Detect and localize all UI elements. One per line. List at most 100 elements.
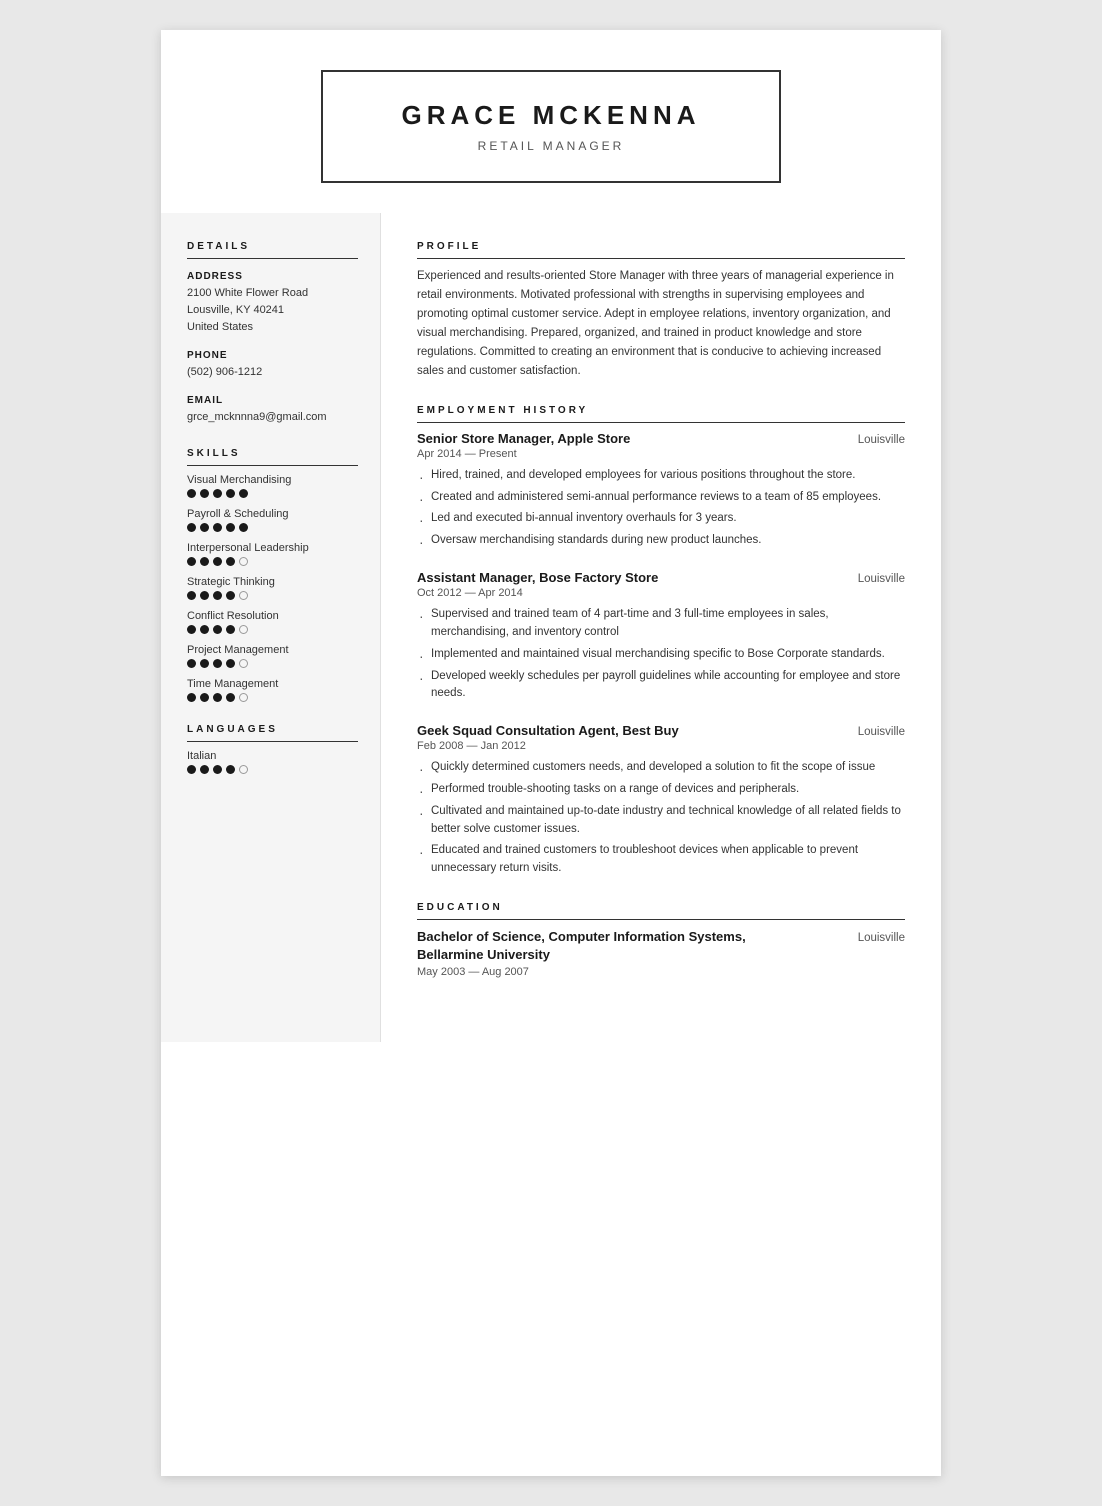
email-label: EMAIL bbox=[187, 395, 358, 406]
job-location: Louisville bbox=[858, 434, 905, 446]
skill-item: Visual Merchandising bbox=[187, 474, 358, 498]
job-bullet: Hired, trained, and developed employees … bbox=[417, 467, 905, 485]
header-box: GRACE MCKENNA RETAIL MANAGER bbox=[321, 70, 781, 183]
skill-item: Payroll & Scheduling bbox=[187, 508, 358, 532]
skill-item: Strategic Thinking bbox=[187, 576, 358, 600]
address-line3: United States bbox=[187, 319, 358, 336]
dot-filled bbox=[187, 765, 196, 774]
skill-name: Project Management bbox=[187, 644, 358, 656]
job-entry: Assistant Manager, Bose Factory Store Lou… bbox=[417, 570, 905, 703]
address-line2: Lousville, KY 40241 bbox=[187, 302, 358, 319]
skill-name: Time Management bbox=[187, 678, 358, 690]
languages-label: LANGUAGES bbox=[187, 724, 358, 742]
dot-empty bbox=[239, 557, 248, 566]
dot-filled bbox=[200, 659, 209, 668]
candidate-title: RETAIL MANAGER bbox=[383, 139, 719, 153]
dot-filled bbox=[187, 693, 196, 702]
email-value: grce_mcknnna9@gmail.com bbox=[187, 409, 358, 426]
job-bullet: Created and administered semi-annual per… bbox=[417, 489, 905, 507]
skill-dots bbox=[187, 591, 358, 600]
dot-empty bbox=[239, 659, 248, 668]
dot-filled bbox=[213, 557, 222, 566]
dot-filled bbox=[187, 557, 196, 566]
dot-filled bbox=[239, 489, 248, 498]
profile-label: PROFILE bbox=[417, 241, 905, 259]
sidebar: DETAILS ADDRESS 2100 White Flower Road L… bbox=[161, 213, 381, 1042]
skill-dots bbox=[187, 625, 358, 634]
address-label: ADDRESS bbox=[187, 271, 358, 282]
job-dates: Oct 2012 — Apr 2014 bbox=[417, 587, 905, 599]
job-bullet: Led and executed bi-annual inventory ove… bbox=[417, 510, 905, 528]
job-location: Louisville bbox=[858, 726, 905, 738]
skill-item: Interpersonal Leadership bbox=[187, 542, 358, 566]
job-header: Assistant Manager, Bose Factory Store Lou… bbox=[417, 570, 905, 585]
skill-item: Project Management bbox=[187, 644, 358, 668]
job-title: Assistant Manager, Bose Factory Store bbox=[417, 570, 658, 585]
job-bullets: Quickly determined customers needs, and … bbox=[417, 759, 905, 878]
dot-filled bbox=[200, 591, 209, 600]
jobs-list: Senior Store Manager, Apple Store Louisvi… bbox=[417, 431, 905, 878]
job-bullet: Cultivated and maintained up-to-date ind… bbox=[417, 803, 905, 839]
dot-filled bbox=[226, 625, 235, 634]
skill-dots bbox=[187, 523, 358, 532]
languages-section: LANGUAGES Italian bbox=[187, 724, 358, 774]
dot-empty bbox=[239, 765, 248, 774]
dot-filled bbox=[213, 625, 222, 634]
job-title: Senior Store Manager, Apple Store bbox=[417, 431, 630, 446]
languages-list: Italian bbox=[187, 750, 358, 774]
job-bullets: Hired, trained, and developed employees … bbox=[417, 467, 905, 550]
dot-filled bbox=[200, 765, 209, 774]
dot-filled bbox=[213, 659, 222, 668]
job-dates: Feb 2008 — Jan 2012 bbox=[417, 740, 905, 752]
language-dots bbox=[187, 765, 358, 774]
job-bullet: Oversaw merchandising standards during n… bbox=[417, 532, 905, 550]
job-bullet: Developed weekly schedules per payroll g… bbox=[417, 668, 905, 704]
skills-list: Visual Merchandising Payroll & Scheduling… bbox=[187, 474, 358, 702]
job-bullet: Implemented and maintained visual mercha… bbox=[417, 646, 905, 664]
dot-filled bbox=[213, 489, 222, 498]
dot-filled bbox=[200, 489, 209, 498]
dot-filled bbox=[226, 659, 235, 668]
address-line1: 2100 White Flower Road bbox=[187, 285, 358, 302]
edu-header: Bachelor of Science, Computer Informatio… bbox=[417, 928, 905, 964]
dot-filled bbox=[213, 591, 222, 600]
skill-name: Interpersonal Leadership bbox=[187, 542, 358, 554]
skill-name: Payroll & Scheduling bbox=[187, 508, 358, 520]
skills-section: SKILLS Visual MerchandisingPayroll & Sch… bbox=[187, 448, 358, 702]
dot-filled bbox=[226, 693, 235, 702]
edu-degree: Bachelor of Science, Computer Informatio… bbox=[417, 928, 787, 964]
dot-filled bbox=[239, 523, 248, 532]
phone-label: PHONE bbox=[187, 350, 358, 361]
skill-name: Visual Merchandising bbox=[187, 474, 358, 486]
dot-filled bbox=[226, 765, 235, 774]
dot-empty bbox=[239, 591, 248, 600]
header-area: GRACE MCKENNA RETAIL MANAGER bbox=[161, 30, 941, 213]
dot-filled bbox=[187, 489, 196, 498]
job-bullets: Supervised and trained team of 4 part-ti… bbox=[417, 606, 905, 703]
job-header: Geek Squad Consultation Agent, Best Buy L… bbox=[417, 723, 905, 738]
education-list: Bachelor of Science, Computer Informatio… bbox=[417, 928, 905, 978]
dot-filled bbox=[187, 625, 196, 634]
skill-name: Strategic Thinking bbox=[187, 576, 358, 588]
edu-location: Louisville bbox=[858, 932, 905, 944]
language-name: Italian bbox=[187, 750, 358, 762]
dot-filled bbox=[187, 659, 196, 668]
dot-empty bbox=[239, 625, 248, 634]
education-label: EDUCATION bbox=[417, 902, 905, 920]
phone-value: (502) 906-1212 bbox=[187, 364, 358, 381]
skill-dots bbox=[187, 693, 358, 702]
skill-dots bbox=[187, 659, 358, 668]
job-entry: Geek Squad Consultation Agent, Best Buy L… bbox=[417, 723, 905, 878]
dot-filled bbox=[226, 489, 235, 498]
job-location: Louisville bbox=[858, 573, 905, 585]
skill-dots bbox=[187, 489, 358, 498]
job-bullet: Quickly determined customers needs, and … bbox=[417, 759, 905, 777]
dot-filled bbox=[200, 693, 209, 702]
language-item: Italian bbox=[187, 750, 358, 774]
job-title: Geek Squad Consultation Agent, Best Buy bbox=[417, 723, 679, 738]
dot-filled bbox=[213, 765, 222, 774]
job-bullet: Performed trouble-shooting tasks on a ra… bbox=[417, 781, 905, 799]
dot-filled bbox=[187, 523, 196, 532]
dot-filled bbox=[213, 693, 222, 702]
dot-filled bbox=[200, 523, 209, 532]
